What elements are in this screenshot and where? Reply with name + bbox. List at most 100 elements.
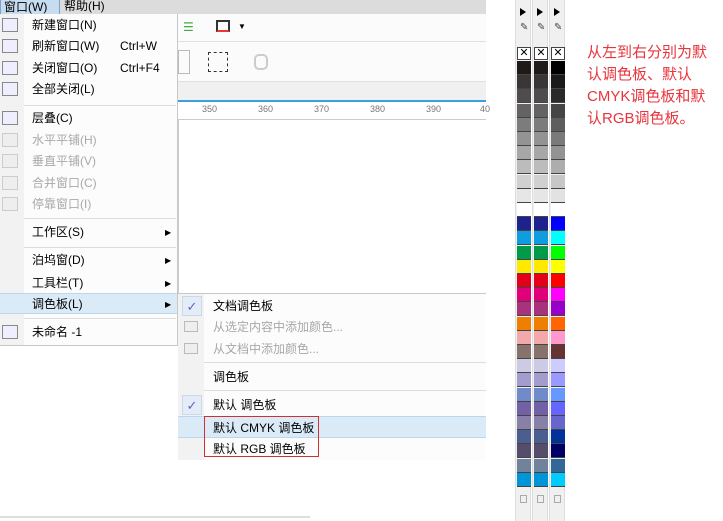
color-swatch[interactable] — [517, 217, 531, 232]
color-swatch[interactable] — [551, 430, 565, 445]
color-swatch[interactable] — [534, 259, 548, 274]
color-swatch[interactable] — [551, 373, 565, 388]
color-swatch[interactable] — [517, 288, 531, 303]
color-swatch[interactable] — [534, 89, 548, 104]
color-swatch[interactable] — [517, 89, 531, 104]
color-swatch[interactable] — [534, 458, 548, 473]
no-color-swatch[interactable]: ✕ — [551, 47, 565, 60]
color-swatch[interactable] — [551, 61, 565, 75]
color-swatch[interactable] — [534, 288, 548, 303]
color-swatch[interactable] — [517, 146, 531, 161]
color-swatch[interactable] — [551, 146, 565, 161]
color-swatch[interactable] — [517, 387, 531, 402]
color-swatch[interactable] — [551, 472, 565, 487]
scroll-down-icon[interactable] — [554, 495, 561, 503]
color-swatch[interactable] — [517, 103, 531, 118]
color-swatch[interactable] — [517, 458, 531, 473]
color-swatch[interactable] — [534, 174, 548, 189]
color-swatch[interactable] — [517, 75, 531, 90]
color-swatch[interactable] — [534, 188, 548, 203]
color-swatch[interactable] — [551, 132, 565, 146]
menu-item[interactable]: 停靠窗口(I) — [0, 194, 177, 215]
eyedropper-icon[interactable]: ✎ — [554, 22, 562, 33]
color-swatch[interactable] — [551, 316, 565, 331]
no-color-swatch[interactable]: ✕ — [534, 47, 548, 60]
color-swatch[interactable] — [551, 174, 565, 189]
menu-item[interactable]: 调色板(L) ▶ — [0, 293, 177, 314]
palette-menu-arrow-icon[interactable] — [520, 8, 526, 16]
menu-item[interactable]: 泊坞窗(D) ▶ — [0, 250, 177, 271]
submenu-item[interactable]: 从文档中添加颜色... — [178, 338, 486, 360]
no-color-swatch[interactable]: ✕ — [517, 47, 531, 60]
submenu-item[interactable]: 调色板 — [178, 366, 486, 388]
color-swatch[interactable] — [551, 75, 565, 90]
color-swatch[interactable] — [534, 330, 548, 345]
color-swatch[interactable] — [534, 217, 548, 232]
color-swatch[interactable] — [517, 160, 531, 175]
color-swatch[interactable] — [551, 245, 565, 260]
color-swatch[interactable] — [551, 160, 565, 175]
color-swatch[interactable] — [551, 231, 565, 246]
color-swatch[interactable] — [551, 103, 565, 118]
color-swatch[interactable] — [517, 316, 531, 331]
color-swatch[interactable] — [534, 146, 548, 161]
menu-item[interactable]: 垂直平铺(V) — [0, 151, 177, 172]
chevron-down-icon[interactable]: ▼ — [238, 22, 246, 31]
color-swatch[interactable] — [534, 302, 548, 317]
color-swatch[interactable] — [551, 302, 565, 317]
color-swatch[interactable] — [534, 274, 548, 288]
color-swatch[interactable] — [534, 444, 548, 459]
color-swatch[interactable] — [551, 416, 565, 430]
color-swatch[interactable] — [534, 103, 548, 118]
color-swatch[interactable] — [551, 117, 565, 132]
color-swatch[interactable] — [551, 359, 565, 374]
color-swatch[interactable] — [551, 259, 565, 274]
color-swatch[interactable] — [517, 430, 531, 445]
color-swatch[interactable] — [551, 458, 565, 473]
menu-item[interactable]: 工作区(S) ▶ — [0, 222, 177, 243]
menu-item[interactable]: 层叠(C) — [0, 108, 177, 129]
color-swatch[interactable] — [517, 245, 531, 260]
color-swatch[interactable] — [534, 75, 548, 90]
publish-icon[interactable] — [216, 20, 230, 32]
submenu-item[interactable]: ✓ 默认 调色板 — [178, 394, 486, 416]
color-swatch[interactable] — [517, 203, 531, 217]
color-swatch[interactable] — [551, 217, 565, 232]
color-swatch[interactable] — [551, 188, 565, 203]
color-swatch[interactable] — [517, 188, 531, 203]
color-swatch[interactable] — [534, 231, 548, 246]
color-swatch[interactable] — [534, 245, 548, 260]
color-swatch[interactable] — [534, 132, 548, 146]
checklist-icon[interactable]: ☰ — [183, 20, 194, 34]
color-swatch[interactable] — [534, 373, 548, 388]
color-swatch[interactable] — [534, 387, 548, 402]
eyedropper-icon[interactable]: ✎ — [520, 22, 528, 33]
color-swatch[interactable] — [517, 231, 531, 246]
menu-item[interactable]: 刷新窗口(W) Ctrl+W — [0, 36, 177, 57]
color-swatch[interactable] — [534, 160, 548, 175]
color-swatch[interactable] — [517, 302, 531, 317]
palette-menu-arrow-icon[interactable] — [537, 8, 543, 16]
color-swatch[interactable] — [517, 373, 531, 388]
color-swatch[interactable] — [517, 345, 531, 359]
submenu-item[interactable]: ✓ 文档调色板 — [178, 295, 486, 317]
color-swatch[interactable] — [517, 174, 531, 189]
color-swatch[interactable] — [517, 416, 531, 430]
color-swatch[interactable] — [517, 359, 531, 374]
color-swatch[interactable] — [517, 132, 531, 146]
color-swatch[interactable] — [534, 316, 548, 331]
color-swatch[interactable] — [551, 401, 565, 416]
color-swatch[interactable] — [551, 89, 565, 104]
color-swatch[interactable] — [534, 416, 548, 430]
color-swatch[interactable] — [534, 359, 548, 374]
color-swatch[interactable] — [534, 117, 548, 132]
color-swatch[interactable] — [517, 472, 531, 487]
palette-menu-arrow-icon[interactable] — [554, 8, 560, 16]
color-swatch[interactable] — [551, 387, 565, 402]
color-swatch[interactable] — [534, 345, 548, 359]
color-swatch[interactable] — [534, 61, 548, 75]
submenu-item[interactable]: 从选定内容中添加颜色... — [178, 316, 486, 338]
color-swatch[interactable] — [551, 274, 565, 288]
menu-item[interactable]: 合并窗口(C) — [0, 173, 177, 194]
scroll-down-icon[interactable] — [537, 495, 544, 503]
